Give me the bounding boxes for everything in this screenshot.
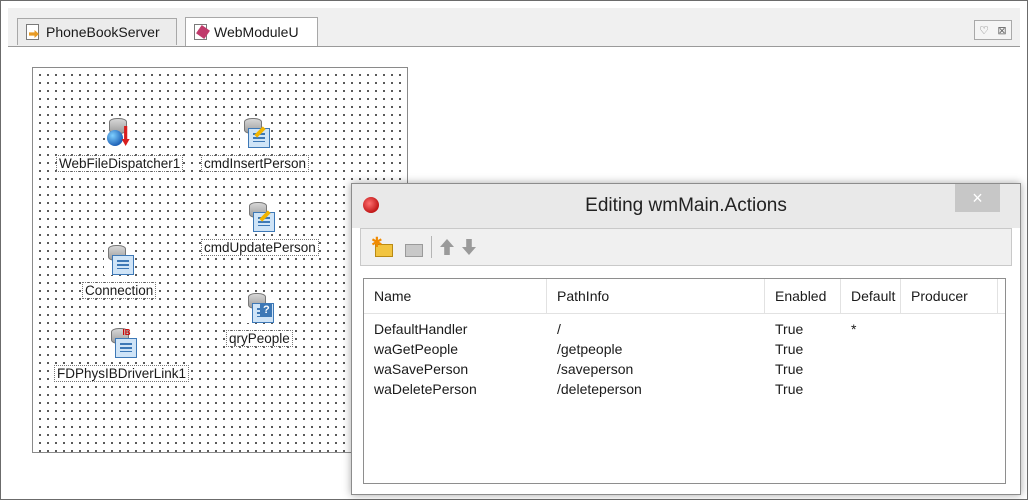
action-enabled: True bbox=[775, 361, 804, 377]
column-header-producer[interactable]: Producer bbox=[901, 279, 998, 313]
component-cmdinsertperson[interactable]: cmdInsertPerson bbox=[200, 118, 310, 172]
restore-icon[interactable]: ♡ bbox=[975, 21, 993, 39]
fdcommand-icon bbox=[240, 118, 271, 148]
action-name: DefaultHandler bbox=[374, 321, 468, 337]
tab-label: WebModuleU bbox=[214, 24, 299, 40]
ib-driver-link-icon: IB bbox=[106, 328, 137, 358]
component-label: cmdUpdatePerson bbox=[201, 239, 319, 256]
action-pathinfo: /getpeople bbox=[557, 341, 623, 357]
tab-webmoduleu[interactable]: WebModuleU bbox=[185, 17, 318, 46]
close-icon[interactable]: ⊠ bbox=[993, 21, 1011, 39]
list-body: DefaultHandler / True * waGetPeople /get… bbox=[364, 314, 1005, 399]
column-header-enabled[interactable]: Enabled bbox=[765, 279, 841, 313]
component-label: FDPhysIBDriverLink1 bbox=[53, 365, 190, 382]
column-header-name[interactable]: Name bbox=[364, 279, 547, 313]
component-label: Connection bbox=[81, 282, 157, 299]
action-pathinfo: / bbox=[557, 321, 561, 337]
list-header: Name PathInfo Enabled Default Producer bbox=[364, 279, 1005, 314]
project-file-icon bbox=[24, 24, 40, 40]
action-default: * bbox=[851, 321, 857, 337]
app-icon bbox=[363, 197, 379, 213]
action-name: waSavePerson bbox=[374, 361, 469, 377]
component-fdphysibdriverlink1[interactable]: IB FDPhysIBDriverLink1 bbox=[53, 328, 190, 382]
web-file-dispatcher-icon bbox=[104, 118, 135, 148]
window-buttons: ♡ ⊠ bbox=[974, 20, 1012, 40]
component-cmdupdateperson[interactable]: cmdUpdatePerson bbox=[201, 202, 319, 256]
list-item[interactable]: DefaultHandler / True * bbox=[364, 319, 1005, 339]
component-webfiledispatcher1[interactable]: WebFileDispatcher1 bbox=[55, 118, 184, 172]
component-qrypeople[interactable]: ? qryPeople bbox=[226, 293, 293, 347]
delete-icon[interactable] bbox=[401, 236, 423, 258]
actions-list[interactable]: Name PathInfo Enabled Default Producer D… bbox=[363, 278, 1006, 484]
component-label: WebFileDispatcher1 bbox=[55, 155, 184, 172]
action-enabled: True bbox=[775, 381, 804, 397]
list-item[interactable]: waDeletePerson /deleteperson True bbox=[364, 379, 1005, 399]
close-button[interactable]: × bbox=[955, 184, 1000, 212]
action-pathinfo: /saveperson bbox=[557, 361, 634, 377]
column-header-default[interactable]: Default bbox=[841, 279, 901, 313]
action-name: waDeletePerson bbox=[374, 381, 477, 397]
component-label: qryPeople bbox=[226, 330, 293, 347]
action-pathinfo: /deleteperson bbox=[557, 381, 642, 397]
action-name: waGetPeople bbox=[374, 341, 459, 357]
dialog-title-bar[interactable]: Editing wmMain.Actions × bbox=[352, 184, 1020, 228]
add-new-icon[interactable]: ✱ bbox=[371, 234, 393, 258]
list-item[interactable]: waSavePerson /saveperson True bbox=[364, 359, 1005, 379]
component-connection[interactable]: Connection bbox=[81, 245, 157, 299]
toolbar-separator bbox=[431, 236, 432, 258]
actions-editor-dialog: Editing wmMain.Actions × ✱ Name PathInfo… bbox=[351, 183, 1021, 495]
move-down-icon[interactable] bbox=[462, 239, 476, 255]
tab-label: PhoneBookServer bbox=[46, 24, 160, 40]
action-enabled: True bbox=[775, 321, 804, 337]
tab-phonebookserver[interactable]: PhoneBookServer bbox=[17, 18, 177, 45]
dialog-toolbar: ✱ bbox=[360, 228, 1012, 266]
editor-tab-strip: PhoneBookServer WebModuleU ♡ ⊠ bbox=[8, 8, 1020, 47]
action-enabled: True bbox=[775, 341, 804, 357]
move-up-icon[interactable] bbox=[440, 239, 454, 255]
web-module-icon bbox=[192, 24, 210, 40]
fdcommand-icon bbox=[244, 202, 275, 232]
fdconnection-icon bbox=[104, 245, 135, 275]
list-item[interactable]: waGetPeople /getpeople True bbox=[364, 339, 1005, 359]
dialog-title: Editing wmMain.Actions bbox=[585, 195, 787, 216]
component-label: cmdInsertPerson bbox=[200, 155, 310, 172]
column-header-pathinfo[interactable]: PathInfo bbox=[547, 279, 765, 313]
fdquery-icon: ? bbox=[244, 293, 275, 323]
